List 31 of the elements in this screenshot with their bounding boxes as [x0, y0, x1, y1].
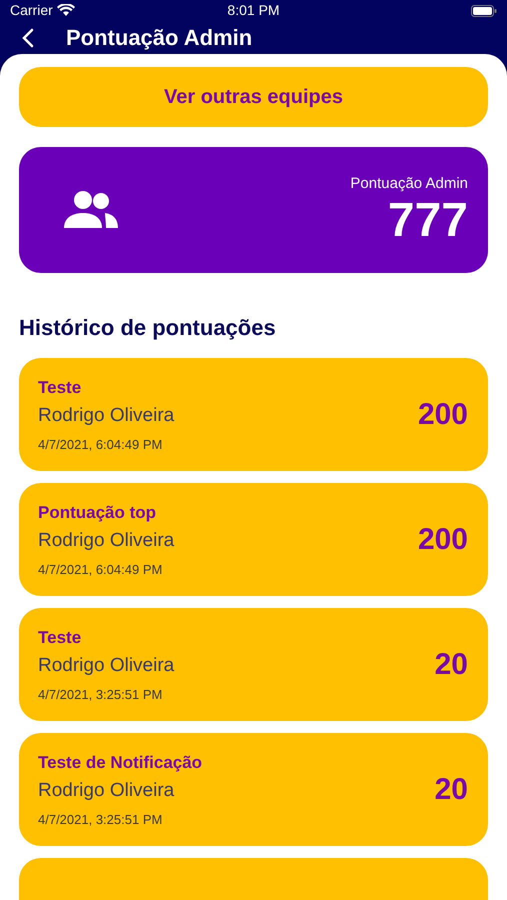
entry-points: 200 [418, 397, 468, 433]
entry-date: 4/7/2021, 3:25:51 PM [38, 686, 164, 704]
entry-title: Teste de Notificação [38, 752, 202, 774]
page-title: Pontuação Admin [66, 24, 252, 52]
score-label: Pontuação Admin [350, 174, 468, 194]
other-teams-button[interactable]: Ver outras equipes [19, 67, 488, 127]
carrier-label: Carrier [10, 1, 53, 20]
entry-title: Teste [38, 626, 82, 649]
entry-title: Teste [38, 376, 82, 399]
wifi-icon [56, 4, 75, 17]
score-value: 777 [388, 195, 468, 248]
entry-user: Rodrigo Oliveira [38, 654, 174, 678]
back-icon [22, 28, 34, 48]
entry-date: 4/7/2021, 6:04:49 PM [38, 560, 164, 579]
status-time: 8:01 PM [227, 1, 280, 20]
history-card[interactable]: Teste Rodrigo Oliveira 4/7/2021, 3:25:51 PM 20 [19, 608, 488, 721]
history-card[interactable]: Teste Rodrigo Oliveira 4/7/2021, 6:04:49 PM 200 [19, 358, 488, 471]
entry-points: 200 [418, 522, 468, 558]
entry-date: 4/7/2021, 3:25:51 PM [38, 810, 164, 829]
users-icon [61, 190, 119, 230]
history-card[interactable]: Teste de Notificação Rodrigo Oliveira 4/7/2021, 3:25:51 PM 20 [19, 733, 488, 846]
entry-user: Rodrigo Oliveira [38, 404, 174, 428]
history-card[interactable]: Pontuação top Rodrigo Oliveira 4/7/2021, 6:04:49 PM 200 [19, 483, 488, 596]
entry-title: Pontuação top [38, 502, 158, 524]
entry-user: Rodrigo Oliveira [38, 779, 176, 804]
entry-points: 20 [434, 772, 468, 808]
history-heading: Histórico de pontuações [19, 314, 277, 342]
entry-date: 4/7/2021, 6:04:49 PM [38, 436, 164, 454]
battery-icon [471, 4, 497, 16]
entry-user: Rodrigo Oliveira [38, 529, 174, 554]
entry-points: 20 [434, 647, 468, 683]
